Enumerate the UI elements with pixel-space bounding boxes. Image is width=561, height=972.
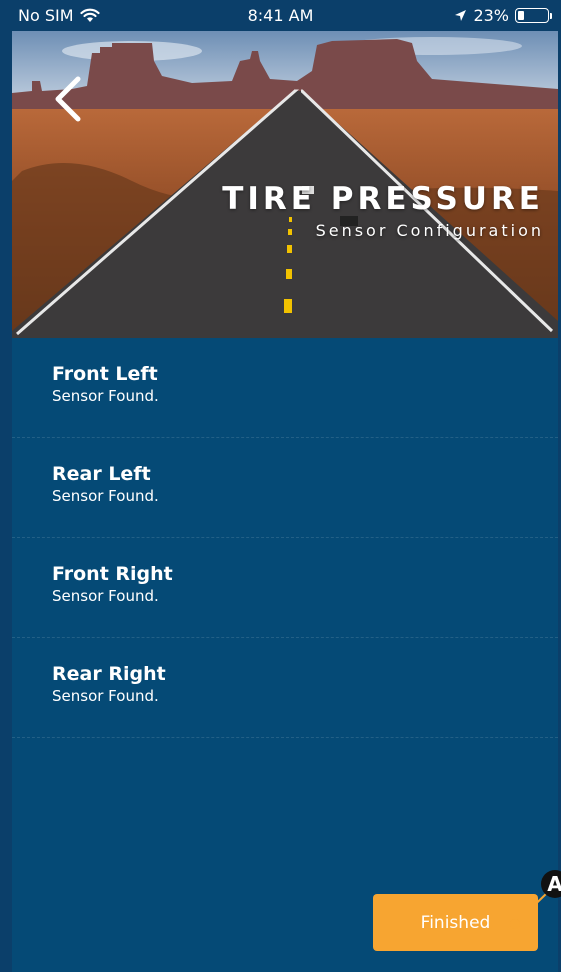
- sensor-row-front-left[interactable]: Front Left Sensor Found.: [12, 338, 558, 438]
- hero-banner: TIRE PRESSURE Sensor Configuration: [12, 31, 558, 338]
- battery-level: [518, 11, 524, 20]
- sensor-status: Sensor Found.: [52, 487, 159, 505]
- page-subtitle: Sensor Configuration: [315, 221, 544, 240]
- location-arrow-icon: [455, 10, 467, 21]
- sensor-name: Front Right: [52, 563, 173, 585]
- finished-button[interactable]: Finished: [373, 894, 538, 951]
- sensor-list: Front Left Sensor Found. Rear Left Senso…: [12, 338, 558, 738]
- sensor-row-front-right[interactable]: Front Right Sensor Found.: [12, 538, 558, 638]
- page-title: TIRE PRESSURE: [222, 181, 544, 217]
- sensor-status: Sensor Found.: [52, 587, 159, 605]
- annotation-marker: A: [541, 870, 561, 898]
- sensor-row-rear-right[interactable]: Rear Right Sensor Found.: [12, 638, 558, 738]
- back-button[interactable]: [48, 71, 88, 131]
- sensor-status: Sensor Found.: [52, 687, 159, 705]
- sensor-name: Rear Right: [52, 663, 166, 685]
- battery-percent: 23%: [473, 6, 509, 25]
- status-right: 23%: [454, 6, 552, 25]
- sensor-row-rear-left[interactable]: Rear Left Sensor Found.: [12, 438, 558, 538]
- status-bar: No SIM 8:41 AM 23%: [0, 0, 561, 32]
- sensor-name: Rear Left: [52, 463, 151, 485]
- sensor-name: Front Left: [52, 363, 158, 385]
- battery-icon: [515, 8, 552, 23]
- sensor-status: Sensor Found.: [52, 387, 159, 405]
